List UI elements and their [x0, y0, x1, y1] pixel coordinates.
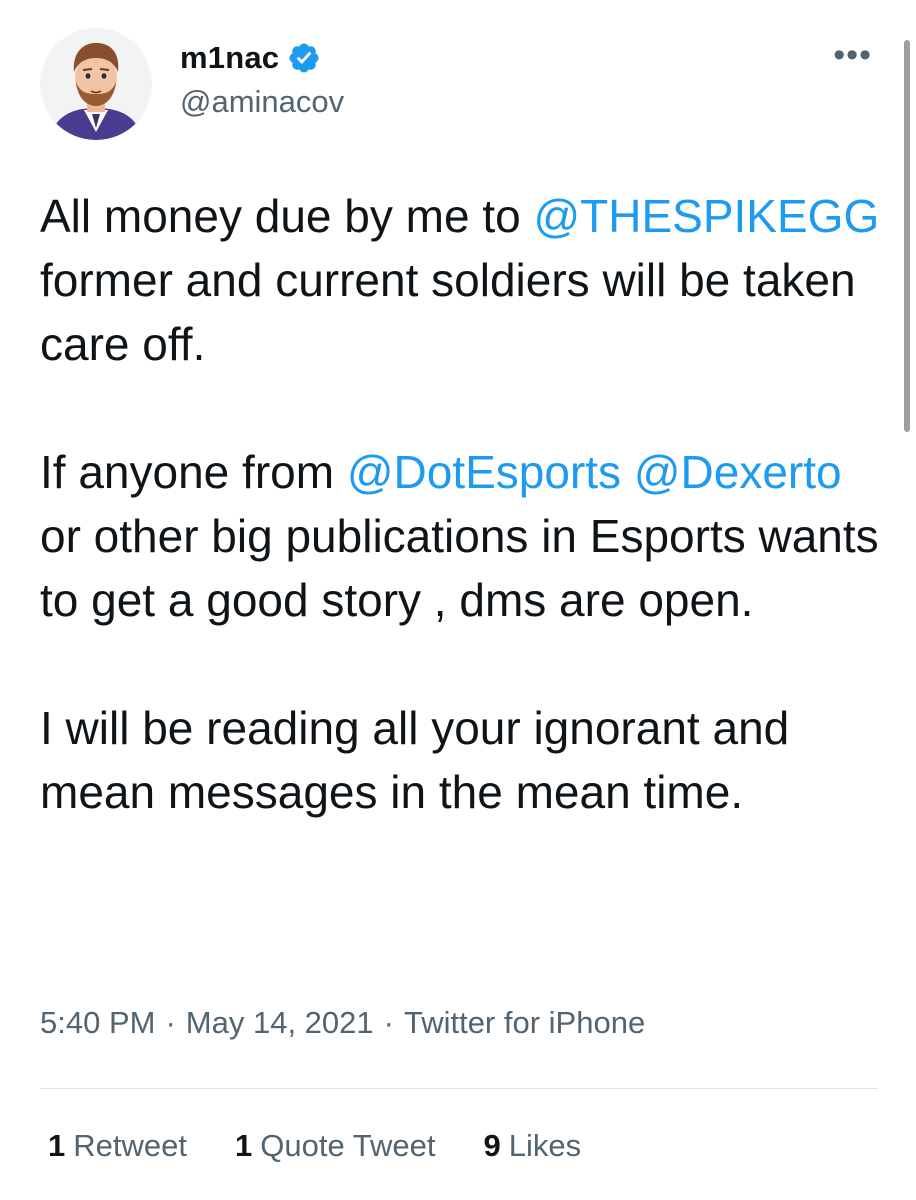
more-options-button[interactable]: ••• — [833, 38, 872, 72]
cartoon-avatar-icon — [40, 28, 152, 140]
user-handle[interactable]: @aminacov — [180, 84, 344, 120]
retweet-label: Retweet — [73, 1128, 187, 1163]
tweet-time[interactable]: 5:40 PM — [40, 1005, 155, 1041]
meta-separator: · — [383, 1005, 394, 1040]
meta-separator: · — [165, 1005, 176, 1040]
retweets-stat[interactable]: 1 Retweet — [48, 1128, 187, 1164]
quote-tweet-count: 1 — [234, 1128, 253, 1163]
quote-tweets-stat[interactable]: 1 Quote Tweet — [235, 1128, 435, 1164]
mention-link-dotesports[interactable]: @DotEsports — [347, 446, 621, 498]
tweet-date[interactable]: May 14, 2021 — [186, 1005, 374, 1041]
tweet-paragraph-1: All money due by me to @THESPIKEGG forme… — [40, 184, 880, 376]
like-label: Likes — [508, 1128, 582, 1163]
tweet-meta: 5:40 PM · May 14, 2021 · Twitter for iPh… — [40, 1005, 645, 1041]
scrollbar[interactable] — [904, 40, 910, 432]
tweet-text-segment — [621, 446, 634, 498]
retweet-count: 1 — [48, 1128, 66, 1163]
likes-stat[interactable]: 9 Likes — [483, 1128, 581, 1164]
tweet-detail: m1nac @aminacov ••• All money due by me … — [0, 0, 916, 1200]
tweet-paragraph-3: I will be reading all your ignorant and … — [40, 702, 790, 818]
verified-badge-icon — [287, 41, 321, 75]
display-name[interactable]: m1nac — [180, 40, 279, 76]
tweet-text-segment: former and current soldiers will be take… — [40, 254, 856, 370]
tweet-text: All money due by me to @THESPIKEGG forme… — [40, 184, 880, 824]
tweet-source-link[interactable]: Twitter for iPhone — [404, 1005, 645, 1041]
display-name-row: m1nac — [180, 38, 321, 78]
divider — [40, 1088, 878, 1089]
tweet-text-segment: If anyone from — [40, 446, 347, 498]
tweet-paragraph-2: If anyone from @DotEsports @Dexerto or o… — [40, 440, 880, 632]
tweet-stats: 1 Retweet 1 Quote Tweet 9 Likes — [48, 1128, 629, 1164]
mention-link-dexerto[interactable]: @Dexerto — [634, 446, 842, 498]
quote-tweet-label: Quote Tweet — [260, 1128, 436, 1163]
tweet-text-segment: All money due by me to — [40, 190, 534, 242]
tweet-text-segment: or other big publications in Esports wan… — [40, 510, 879, 626]
like-count: 9 — [483, 1128, 501, 1163]
avatar[interactable] — [40, 28, 152, 140]
mention-link-thespikegg[interactable]: @THESPIKEGG — [533, 190, 879, 242]
